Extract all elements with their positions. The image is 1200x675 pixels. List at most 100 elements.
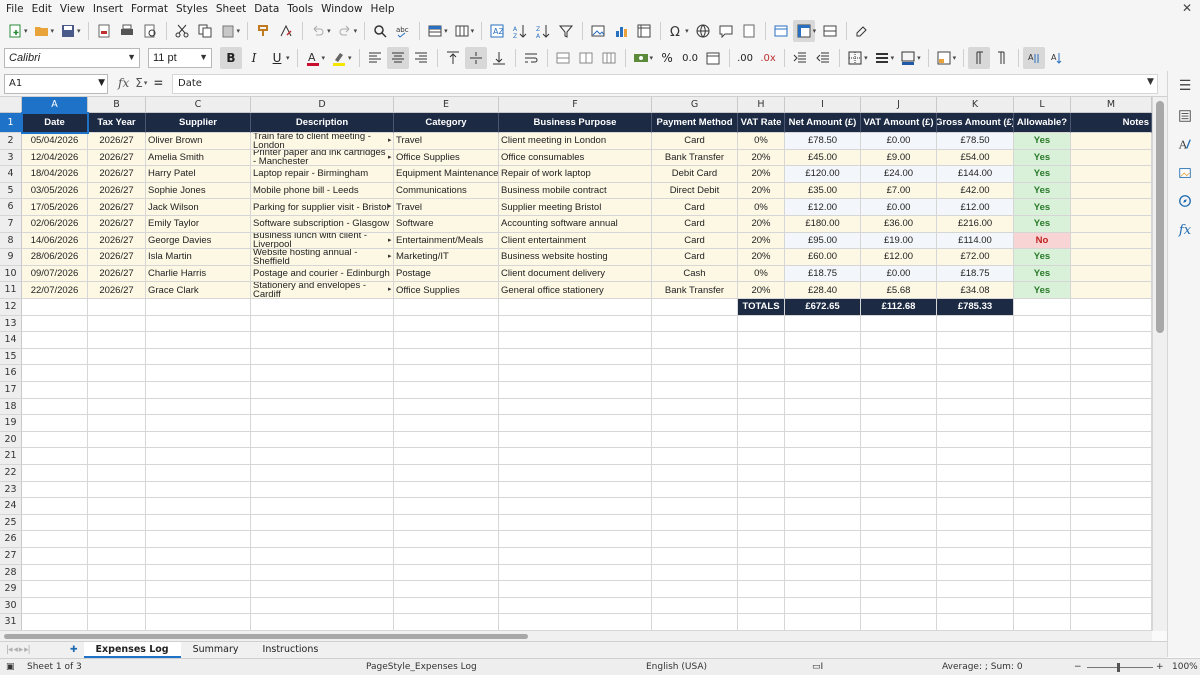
empty-cell[interactable] <box>785 514 861 532</box>
empty-cell[interactable] <box>394 398 499 416</box>
empty-cell[interactable] <box>146 614 251 631</box>
cell-gross[interactable]: £12.00 <box>937 199 1014 216</box>
empty-cell[interactable] <box>251 332 394 349</box>
empty-cell[interactable] <box>251 614 394 631</box>
cell-description[interactable]: Website hosting annual - Sheffield <box>251 249 394 266</box>
borders-icon[interactable] <box>844 47 866 69</box>
empty-cell[interactable] <box>88 299 146 316</box>
save-icon[interactable] <box>57 20 79 42</box>
highlight-color-icon[interactable] <box>328 47 350 69</box>
cell-gross[interactable]: £34.08 <box>937 282 1014 299</box>
header-cell[interactable]: Description <box>251 113 394 133</box>
cell-tax-year[interactable]: 2026/27 <box>88 182 146 200</box>
empty-cell[interactable] <box>652 481 738 499</box>
empty-cell[interactable] <box>652 448 738 465</box>
pivot-table-icon[interactable] <box>633 20 655 42</box>
close-document-icon[interactable]: ✕ <box>1182 1 1192 15</box>
empty-cell[interactable] <box>1014 614 1071 631</box>
cell-net[interactable]: £18.75 <box>785 265 861 283</box>
empty-cell[interactable] <box>861 431 937 449</box>
cell-description[interactable]: Postage and courier - Edinburgh <box>251 265 394 283</box>
empty-cell[interactable] <box>22 548 88 565</box>
cell-category[interactable]: Office Supplies <box>394 282 499 299</box>
cell-tax-year[interactable]: 2026/27 <box>88 249 146 266</box>
chevron-down-icon[interactable]: ▾ <box>144 79 148 87</box>
empty-cell[interactable] <box>1071 498 1152 515</box>
cell-notes[interactable] <box>1071 182 1152 200</box>
empty-cell[interactable] <box>861 564 937 582</box>
cell-description[interactable]: Laptop repair - Birmingham <box>251 166 394 183</box>
cell-supplier[interactable]: Amelia Smith <box>146 149 251 167</box>
empty-cell[interactable] <box>146 431 251 449</box>
split-window-icon[interactable] <box>819 20 841 42</box>
row-header[interactable]: 27 <box>0 548 22 565</box>
empty-cell[interactable] <box>861 348 937 366</box>
empty-cell[interactable] <box>499 548 652 565</box>
empty-cell[interactable] <box>88 597 146 615</box>
cell-date[interactable]: 18/04/2026 <box>22 166 88 183</box>
menu-data[interactable]: Data <box>252 3 285 15</box>
empty-cell[interactable] <box>652 581 738 598</box>
column-header-m[interactable]: M <box>1071 97 1152 113</box>
sort-descending-icon[interactable]: ZA <box>532 20 554 42</box>
empty-cell[interactable] <box>394 315 499 333</box>
cell-purpose[interactable]: General office stationery <box>499 282 652 299</box>
row-header[interactable]: 17 <box>0 382 22 399</box>
text-vertical-icon[interactable]: A <box>1046 47 1068 69</box>
merge-center-icon[interactable] <box>552 47 574 69</box>
empty-cell[interactable] <box>146 581 251 598</box>
cell-vat[interactable]: £12.00 <box>861 249 937 266</box>
menu-edit[interactable]: Edit <box>30 3 58 15</box>
total-gross-amount[interactable]: £785.33 <box>937 299 1014 316</box>
cell-allowable[interactable]: Yes <box>1014 249 1071 266</box>
cell-net[interactable]: £35.00 <box>785 182 861 200</box>
menu-window[interactable]: Window <box>319 3 368 15</box>
empty-cell[interactable] <box>861 581 937 598</box>
empty-cell[interactable] <box>394 597 499 615</box>
column-header-h[interactable]: H <box>738 97 785 113</box>
row-header[interactable]: 6 <box>0 199 22 216</box>
empty-cell[interactable] <box>785 597 861 615</box>
empty-cell[interactable] <box>499 398 652 416</box>
empty-cell[interactable] <box>146 481 251 499</box>
align-center-icon[interactable] <box>386 47 409 69</box>
empty-cell[interactable] <box>499 614 652 631</box>
cell-net[interactable]: £95.00 <box>785 232 861 250</box>
empty-cell[interactable] <box>1071 415 1152 432</box>
empty-cell[interactable] <box>22 299 88 316</box>
cell-category[interactable]: Postage <box>394 265 499 283</box>
sort-icon[interactable]: AZ <box>486 20 508 42</box>
cell-purpose[interactable]: Repair of work laptop <box>499 166 652 183</box>
row-header[interactable]: 18 <box>0 398 22 416</box>
empty-cell[interactable] <box>394 481 499 499</box>
row-header[interactable]: 8 <box>0 232 22 250</box>
cell-gross[interactable]: £54.00 <box>937 149 1014 167</box>
empty-cell[interactable] <box>738 431 785 449</box>
header-cell[interactable]: Net Amount (£) <box>785 113 861 133</box>
cell-allowable[interactable]: No <box>1014 232 1071 250</box>
empty-cell[interactable] <box>499 315 652 333</box>
cell-vat[interactable]: £0.00 <box>861 265 937 283</box>
align-left-icon[interactable] <box>364 47 386 69</box>
empty-cell[interactable] <box>861 614 937 631</box>
align-right-icon[interactable] <box>410 47 432 69</box>
empty-cell[interactable] <box>1071 431 1152 449</box>
hyperlink-icon[interactable] <box>692 20 714 42</box>
empty-cell[interactable] <box>785 498 861 515</box>
headers-footers-icon[interactable] <box>738 20 760 42</box>
empty-cell[interactable] <box>785 564 861 582</box>
center-vertically-icon[interactable] <box>464 47 487 69</box>
border-style-icon[interactable] <box>871 47 893 69</box>
sort-ascending-icon[interactable]: AZ <box>509 20 531 42</box>
empty-cell[interactable] <box>394 431 499 449</box>
header-cell[interactable]: Allowable? <box>1014 113 1071 133</box>
cell-purpose[interactable]: Business mobile contract <box>499 182 652 200</box>
empty-cell[interactable] <box>251 465 394 482</box>
empty-cell[interactable] <box>88 315 146 333</box>
clone-formatting-icon[interactable] <box>252 20 274 42</box>
gallery-icon[interactable] <box>1176 164 1194 182</box>
empty-cell[interactable] <box>22 382 88 399</box>
empty-cell[interactable] <box>652 365 738 382</box>
cell-allowable[interactable]: Yes <box>1014 216 1071 233</box>
empty-cell[interactable] <box>937 481 1014 499</box>
